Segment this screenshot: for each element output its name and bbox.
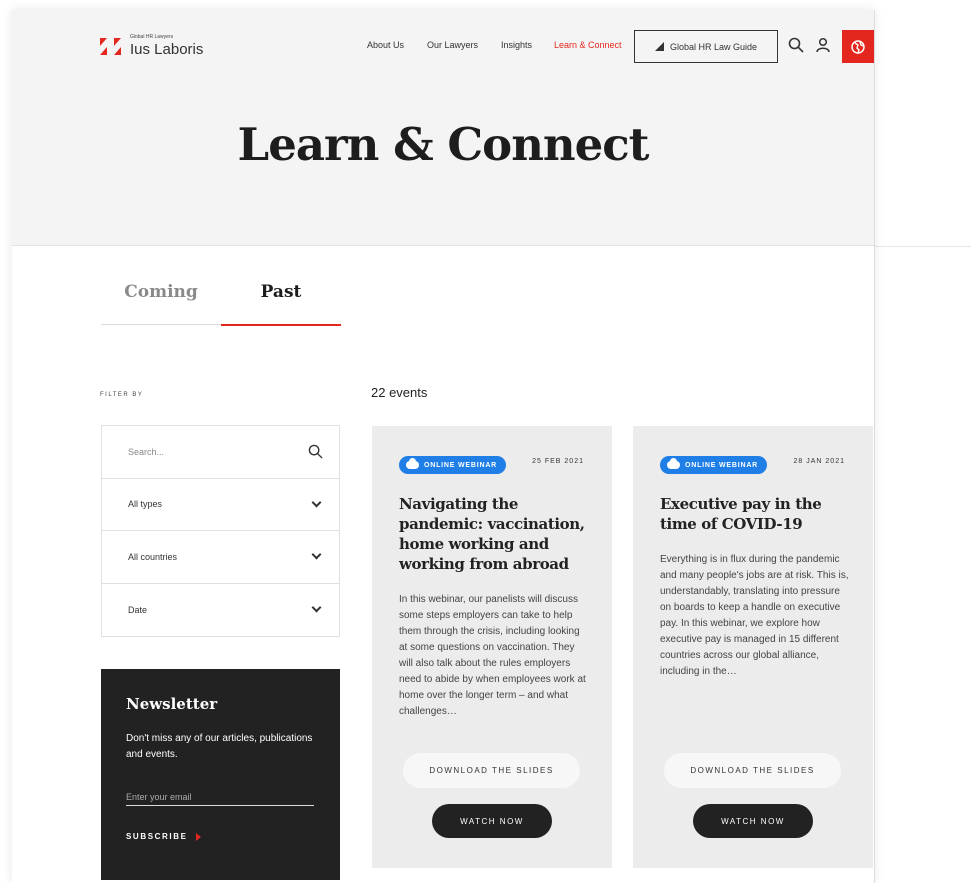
- event-type-label: ONLINE WEBINAR: [424, 461, 498, 469]
- event-tabs: Coming Past: [101, 280, 341, 326]
- event-description: Everything is in flux during the pandemi…: [660, 554, 849, 677]
- watch-now-button[interactable]: WATCH NOW: [432, 804, 552, 838]
- user-icon[interactable]: [815, 37, 831, 53]
- triangle-icon: [654, 42, 664, 51]
- event-title[interactable]: Navigating the pandemic: vaccination, ho…: [399, 494, 589, 574]
- event-card[interactable]: ONLINE WEBINAR 28 JAN 2021 Executive pay…: [633, 426, 873, 868]
- country-select[interactable]: All countries: [102, 531, 339, 584]
- guide-button-label: Global HR Law Guide: [669, 41, 758, 52]
- nav-learn-connect[interactable]: Learn & Connect: [554, 40, 622, 50]
- search-placeholder: Search...: [128, 446, 165, 457]
- tab-coming[interactable]: Coming: [101, 280, 221, 325]
- chevron-down-icon: [311, 497, 322, 508]
- type-select[interactable]: All types: [102, 479, 339, 531]
- logo-mark-icon: [100, 35, 124, 57]
- country-select-value: All countries: [128, 551, 178, 562]
- watch-now-button[interactable]: WATCH NOW: [693, 804, 813, 838]
- hero-section: Global HR Lawyers Ius Laboris About Us O…: [12, 10, 874, 246]
- chevron-down-icon: [311, 549, 322, 560]
- page-edge-divider: [874, 10, 875, 883]
- newsletter-title: Newsletter: [126, 695, 218, 713]
- event-date: 28 JAN 2021: [793, 458, 845, 465]
- event-title[interactable]: Executive pay in the time of COVID-19: [660, 494, 850, 534]
- download-slides-button[interactable]: DOWNLOAD THE SLIDES: [403, 753, 580, 788]
- search-icon[interactable]: [788, 37, 804, 53]
- date-select-value: Date: [128, 604, 148, 615]
- event-type-badge: ONLINE WEBINAR: [399, 456, 507, 474]
- cloud-icon: [406, 458, 419, 469]
- filter-panel: Search... All types All countries Date: [101, 425, 340, 637]
- language-button[interactable]: [842, 30, 874, 63]
- download-slides-button[interactable]: DOWNLOAD THE SLIDES: [664, 753, 841, 788]
- nav-our-lawyers[interactable]: Our Lawyers: [427, 40, 478, 50]
- filter-label: FILTER BY: [100, 392, 144, 398]
- hero-edge-divider: [874, 246, 971, 247]
- event-type-label: ONLINE WEBINAR: [685, 461, 759, 469]
- cloud-icon: [667, 458, 680, 469]
- logo-name: Ius Laboris: [130, 41, 204, 58]
- nav-about-us[interactable]: About Us: [367, 40, 404, 50]
- search-field[interactable]: Search...: [102, 426, 339, 479]
- logo-tagline: Global HR Lawyers: [130, 34, 174, 40]
- date-select[interactable]: Date: [102, 584, 339, 637]
- browser-page: Global HR Lawyers Ius Laboris About Us O…: [12, 10, 874, 883]
- arrow-right-icon: [195, 832, 201, 841]
- newsletter-box: Newsletter Don't miss any of our article…: [101, 669, 340, 880]
- search-icon[interactable]: [308, 444, 323, 459]
- newsletter-text: Don't miss any of our articles, publicat…: [126, 733, 313, 760]
- event-count: 22 events: [371, 385, 428, 400]
- chevron-down-icon: [311, 602, 322, 613]
- event-card[interactable]: ONLINE WEBINAR 25 FEB 2021 Navigating th…: [372, 426, 612, 868]
- nav-insights[interactable]: Insights: [501, 40, 532, 50]
- newsletter-email-input[interactable]: [126, 790, 314, 806]
- event-description: In this webinar, our panelists will disc…: [399, 594, 586, 717]
- subscribe-label: SUBSCRIBE: [126, 832, 188, 841]
- page-title: Learn & Connect: [237, 118, 650, 171]
- site-logo[interactable]: Global HR Lawyers Ius Laboris: [100, 35, 203, 57]
- subscribe-button[interactable]: SUBSCRIBE: [126, 832, 315, 841]
- event-date: 25 FEB 2021: [532, 458, 584, 465]
- globe-icon: [851, 39, 865, 54]
- tab-past[interactable]: Past: [221, 280, 341, 326]
- global-hr-law-guide-button[interactable]: Global HR Law Guide: [634, 30, 778, 63]
- event-type-badge: ONLINE WEBINAR: [660, 456, 768, 474]
- type-select-value: All types: [128, 499, 163, 510]
